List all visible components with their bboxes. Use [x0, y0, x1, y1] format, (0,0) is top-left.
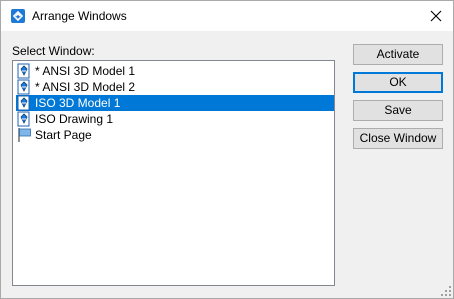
app-logo-icon	[11, 9, 25, 23]
close-window-button[interactable]: Close Window	[353, 128, 443, 149]
model-doc-icon	[17, 111, 30, 127]
select-window-label: Select Window:	[12, 44, 95, 58]
arrange-windows-dialog: Arrange Windows Select Window: * ANSI 3D…	[0, 0, 454, 299]
list-item[interactable]: * ANSI 3D Model 1	[16, 63, 334, 79]
title-bar[interactable]: Arrange Windows	[1, 1, 453, 31]
model-doc-icon	[17, 79, 30, 95]
list-item-selected[interactable]: ISO 3D Model 1	[16, 95, 334, 111]
close-icon	[430, 10, 442, 21]
model-doc-icon	[17, 63, 30, 79]
activate-button[interactable]: Activate	[353, 44, 443, 65]
list-item-label: ISO 3D Model 1	[35, 96, 121, 110]
list-item-label: * ANSI 3D Model 1	[35, 64, 136, 78]
list-item[interactable]: ISO Drawing 1	[16, 111, 334, 127]
window-title: Arrange Windows	[32, 9, 127, 23]
list-item[interactable]: Start Page	[16, 127, 334, 143]
list-item[interactable]: * ANSI 3D Model 2	[16, 79, 334, 95]
model-doc-icon	[17, 95, 30, 111]
ok-button[interactable]: OK	[353, 72, 443, 93]
list-item-label: ISO Drawing 1	[35, 112, 114, 126]
close-button[interactable]	[419, 1, 453, 30]
resize-grip-icon[interactable]	[441, 286, 451, 296]
list-item-label: Start Page	[35, 128, 92, 142]
list-item-label: * ANSI 3D Model 2	[35, 80, 136, 94]
save-button[interactable]: Save	[353, 100, 443, 121]
window-listbox[interactable]: * ANSI 3D Model 1 * ANSI 3D Model 2 ISO …	[12, 60, 335, 286]
start-page-flag-icon	[18, 128, 31, 142]
